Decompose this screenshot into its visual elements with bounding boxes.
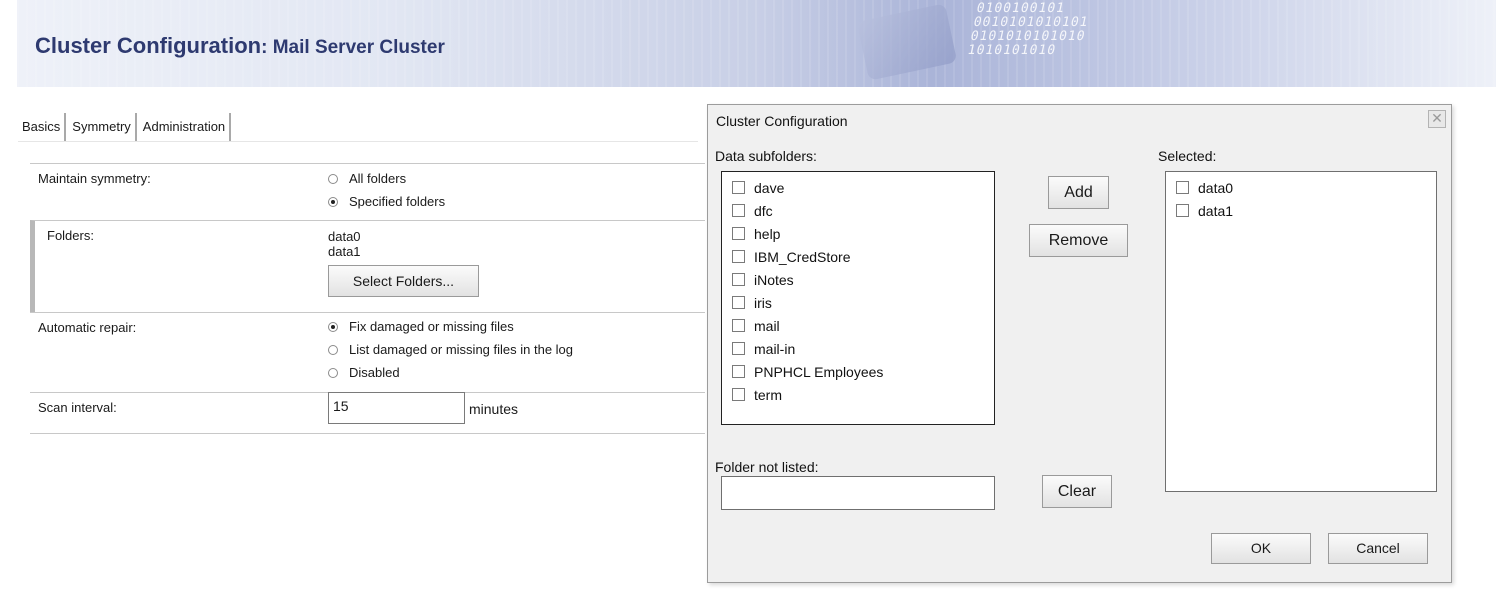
list-item[interactable]: dave [722, 176, 994, 199]
checkbox-icon[interactable] [732, 181, 745, 194]
cluster-configuration-dialog: Cluster Configuration ✕ Data subfolders:… [707, 104, 1452, 583]
checkbox-icon[interactable] [1176, 181, 1189, 194]
folders-row: Folders: data0 data1 Select Folders... [30, 220, 705, 312]
checkbox-icon[interactable] [1176, 204, 1189, 217]
list-item[interactable]: PNPHCL Employees [722, 360, 994, 383]
radio-icon[interactable] [328, 173, 338, 184]
list-item[interactable]: help [722, 222, 994, 245]
list-item[interactable]: data0 [1166, 176, 1436, 199]
list-item[interactable]: iris [722, 291, 994, 314]
selected-label: Selected: [1158, 148, 1217, 164]
checkbox-icon[interactable] [732, 273, 745, 286]
radio-label: Disabled [349, 365, 400, 380]
list-item[interactable]: term [722, 383, 994, 406]
folder-not-listed-label: Folder not listed: [715, 459, 819, 475]
list-item[interactable]: iNotes [722, 268, 994, 291]
list-item-label: IBM_CredStore [754, 248, 851, 265]
data-subfolders-label: Data subfolders: [715, 148, 817, 164]
checkbox-icon[interactable] [732, 388, 745, 401]
binary-line: 0010101010101 [972, 15, 1090, 30]
select-folders-button[interactable]: Select Folders... [328, 265, 479, 297]
binary-line: 1010101010 [966, 43, 1058, 58]
dialog-title: Cluster Configuration [716, 113, 848, 129]
folder-not-listed-input[interactable] [721, 476, 995, 510]
automatic-repair-label: Automatic repair: [38, 320, 137, 335]
checkbox-icon[interactable] [732, 319, 745, 332]
maintain-symmetry-label: Maintain symmetry: [38, 171, 151, 186]
radio-icon-selected[interactable] [328, 196, 338, 207]
list-item-label: data1 [1198, 202, 1234, 219]
list-item[interactable]: mail [722, 314, 994, 337]
page-title: Cluster Configuration: Mail Server Clust… [35, 33, 445, 59]
folders-value: data0 data1 Select Folders... [328, 229, 479, 297]
radio-all-folders[interactable]: All folders [328, 167, 445, 190]
scan-interval-label: Scan interval: [38, 400, 117, 415]
list-item-label: data0 [1198, 179, 1234, 196]
clear-button[interactable]: Clear [1042, 475, 1112, 508]
checkbox-icon[interactable] [732, 296, 745, 309]
list-item-label: dfc [754, 202, 773, 219]
add-button[interactable]: Add [1048, 176, 1109, 209]
remove-button[interactable]: Remove [1029, 224, 1128, 257]
checkbox-icon[interactable] [732, 250, 745, 263]
radio-fix-files[interactable]: Fix damaged or missing files [328, 315, 573, 338]
maintain-symmetry-options: All folders Specified folders [328, 167, 445, 213]
radio-label: Fix damaged or missing files [349, 319, 514, 334]
globe-graphic [856, 3, 958, 81]
radio-icon[interactable] [328, 344, 338, 355]
folder-name: data1 [328, 244, 361, 259]
radio-icon[interactable] [328, 367, 338, 378]
radio-label: Specified folders [349, 194, 446, 209]
folder-name: data0 [328, 229, 361, 244]
dialog-titlebar: Cluster Configuration ✕ [708, 105, 1451, 135]
page-banner: 0100100101 0010101010101 0101010101010 1… [17, 0, 1496, 87]
checkbox-icon[interactable] [732, 365, 745, 378]
scan-interval-unit: minutes [469, 401, 519, 417]
automatic-repair-row: Automatic repair: Fix damaged or missing… [30, 312, 705, 392]
list-item-label: help [754, 225, 781, 242]
list-item[interactable]: mail-in [722, 337, 994, 360]
list-item-label: term [754, 386, 782, 403]
tab-basics[interactable]: Basics [18, 113, 67, 141]
selected-folders-list[interactable]: data0 data1 [1165, 171, 1437, 492]
folders-label: Folders: [47, 228, 94, 243]
ok-button[interactable]: OK [1211, 533, 1311, 564]
binary-graphic: 0100100101 0010101010101 0101010101010 1… [966, 1, 1093, 58]
scan-interval-input[interactable]: 15 [328, 392, 465, 424]
list-item-label: iNotes [754, 271, 794, 288]
binary-line: 0101010101010 [969, 29, 1087, 44]
automatic-repair-options: Fix damaged or missing files List damage… [328, 315, 573, 384]
list-item-label: dave [754, 179, 785, 196]
page-title-main: Cluster Configuration [35, 33, 262, 58]
list-item-label: mail-in [754, 340, 796, 357]
tab-bar: Basics Symmetry Administration [18, 113, 232, 141]
list-item[interactable]: dfc [722, 199, 994, 222]
tab-divider [18, 141, 698, 142]
cancel-button[interactable]: Cancel [1328, 533, 1428, 564]
list-item[interactable]: data1 [1166, 199, 1436, 222]
page-title-sub: : Mail Server Cluster [261, 37, 445, 58]
binary-line: 0100100101 [974, 1, 1067, 16]
close-icon[interactable]: ✕ [1428, 110, 1446, 128]
list-item-label: PNPHCL Employees [754, 363, 884, 380]
checkbox-icon[interactable] [732, 342, 745, 355]
radio-disabled[interactable]: Disabled [328, 361, 573, 384]
maintain-symmetry-row: Maintain symmetry: All folders Specified… [30, 163, 705, 220]
radio-list-files[interactable]: List damaged or missing files in the log [328, 338, 573, 361]
list-item-label: mail [754, 317, 780, 334]
radio-icon-selected[interactable] [328, 321, 338, 332]
list-item-label: iris [754, 294, 772, 311]
radio-label: List damaged or missing files in the log [349, 342, 574, 357]
tab-symmetry[interactable]: Symmetry [66, 113, 137, 141]
checkbox-icon[interactable] [732, 227, 745, 240]
data-subfolders-list[interactable]: dave dfc help IBM_CredStore iNotes iris … [721, 171, 995, 425]
tab-administration[interactable]: Administration [137, 113, 232, 141]
radio-label: All folders [349, 171, 407, 186]
checkbox-icon[interactable] [732, 204, 745, 217]
list-item[interactable]: IBM_CredStore [722, 245, 994, 268]
scan-interval-row: Scan interval: 15 minutes [30, 392, 705, 434]
radio-specified-folders[interactable]: Specified folders [328, 190, 445, 213]
